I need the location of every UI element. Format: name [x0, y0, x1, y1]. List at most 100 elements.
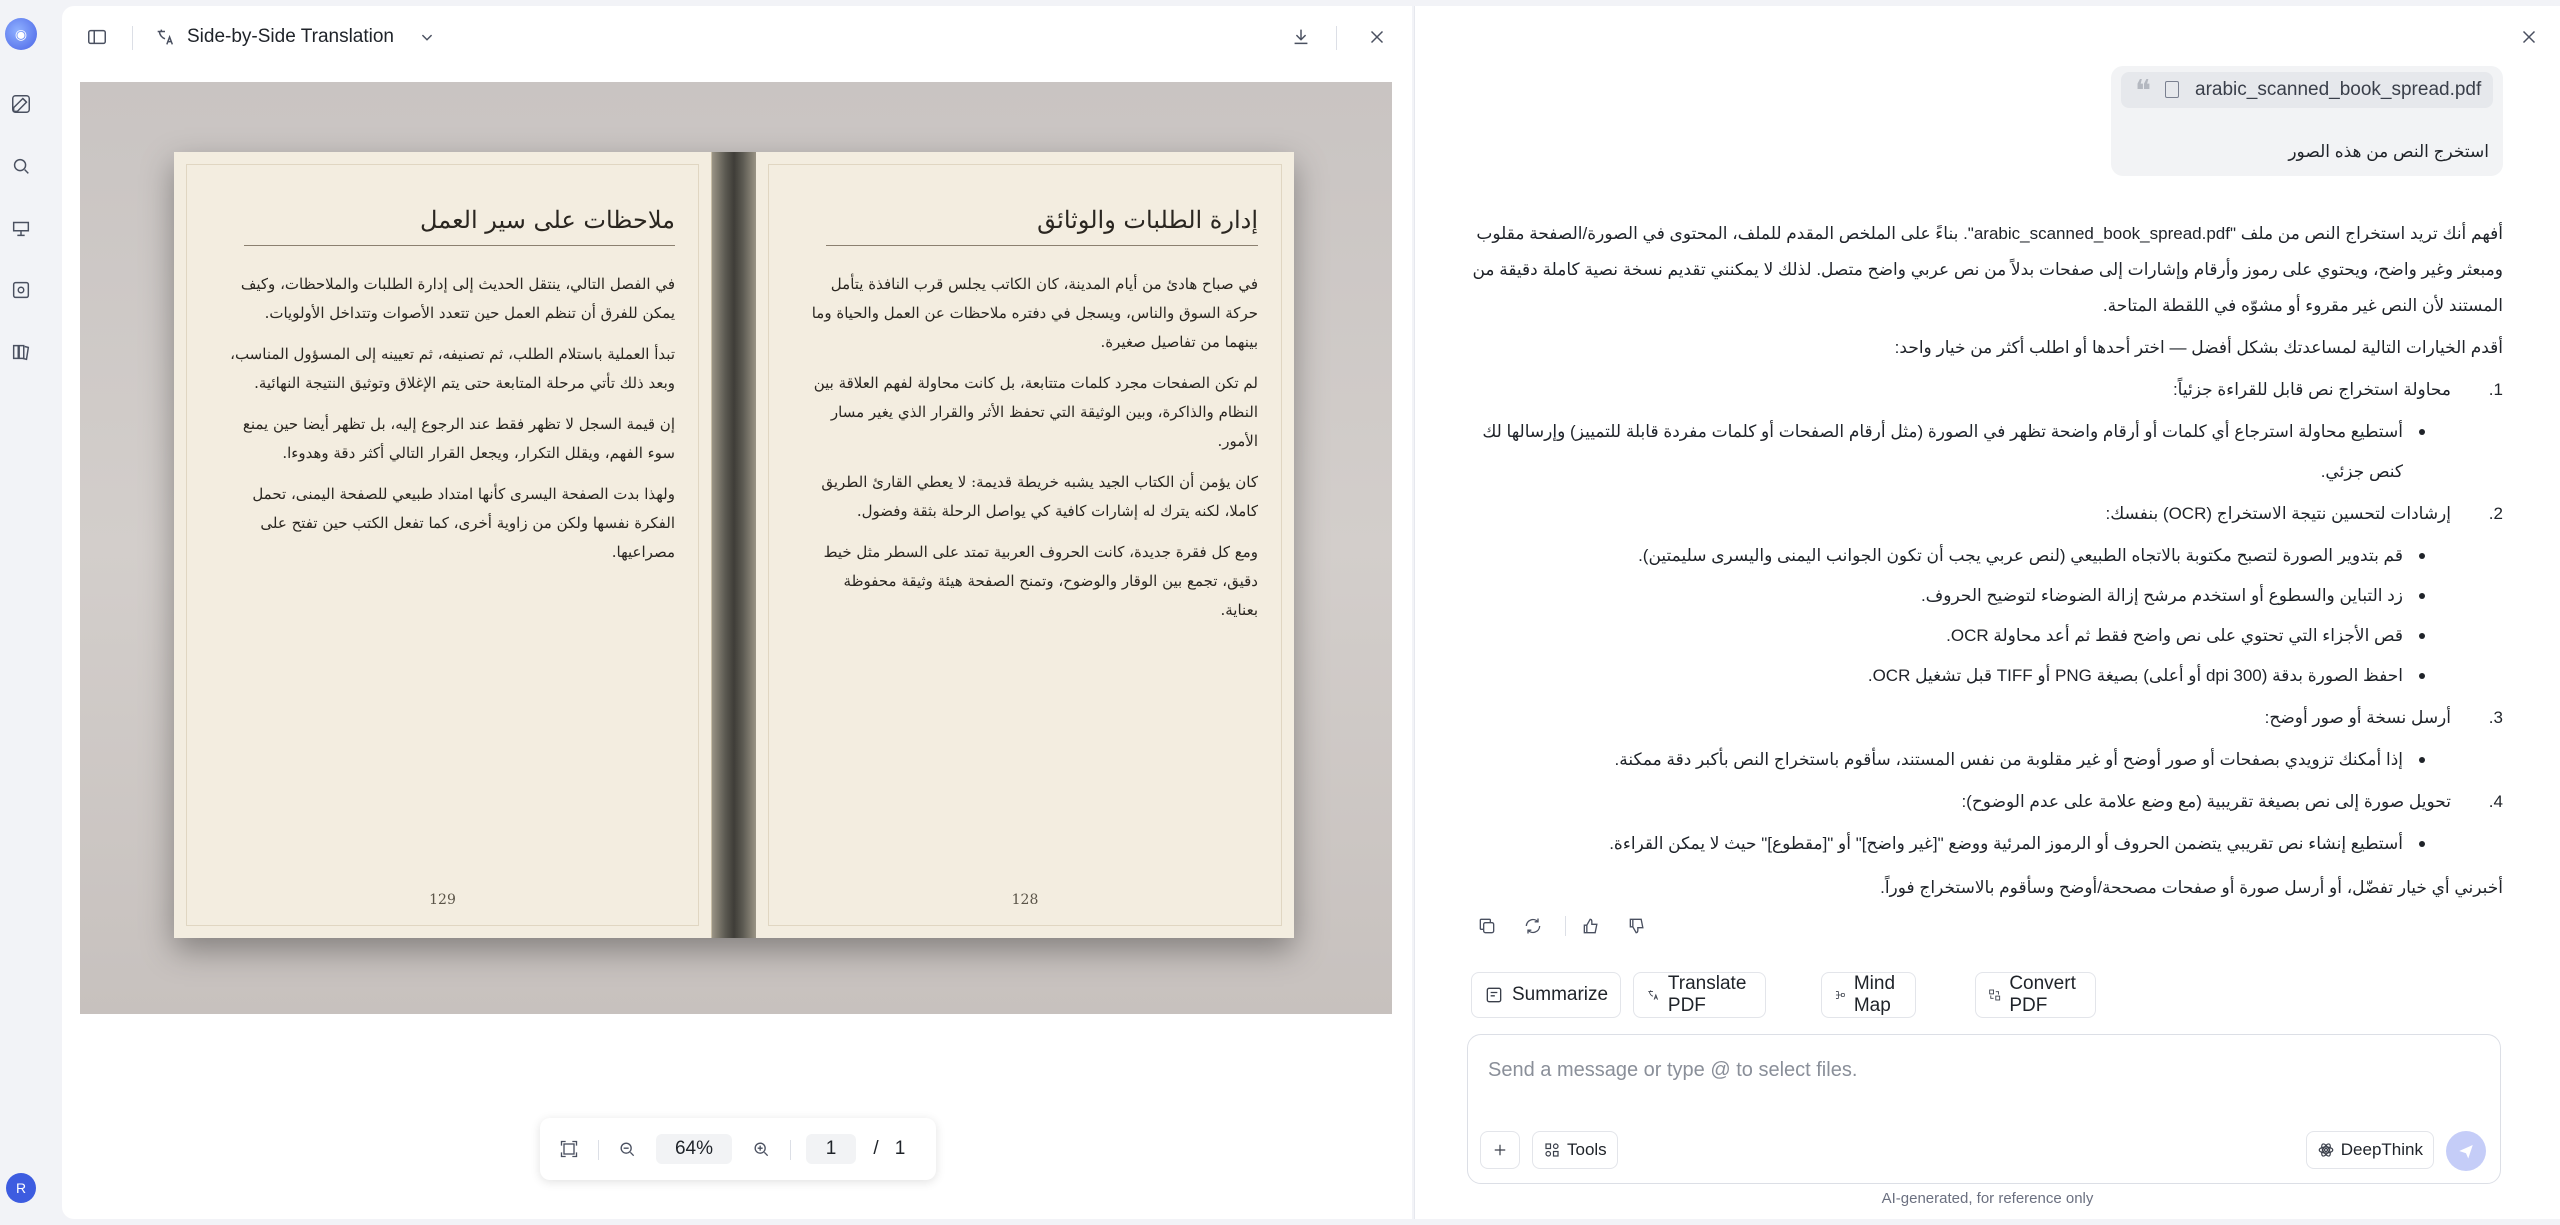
- send-button[interactable]: [2446, 1131, 2486, 1171]
- option-bullet: أستطيع محاولة استرجاع أي كلمات أو أرقام …: [1469, 412, 2451, 492]
- option-number: 2.: [2488, 504, 2503, 523]
- pdf-canvas: ملاحظات على سير العمل في الفصل التالي، ي…: [80, 82, 1392, 1014]
- zoom-level[interactable]: 64%: [656, 1134, 732, 1164]
- translate-icon: [152, 24, 178, 50]
- option-bullet: أستطيع إنشاء نص تقريبي يتضمن الحروف أو ا…: [1469, 824, 2451, 864]
- file-name: arabic_scanned_book_spread.pdf: [2195, 79, 2482, 100]
- library-icon[interactable]: [5, 336, 37, 368]
- page-paragraph: إن قيمة السجل لا تظهر فقط عند الرجوع إلي…: [242, 415, 675, 462]
- search-icon[interactable]: [5, 150, 37, 182]
- new-chat-icon[interactable]: [5, 88, 37, 120]
- option-item: 1. محاولة استخراج نص قابل للقراءة جزئياً…: [1469, 372, 2503, 492]
- close-icon[interactable]: [1364, 24, 1390, 50]
- translate-icon: [1648, 990, 1659, 1000]
- page-paragraph: في صباح هادئ من أيام المدينة، كان الكاتب…: [811, 275, 1258, 351]
- convert-pdf-button[interactable]: Convert PDF: [1975, 972, 2096, 1018]
- page-heading: إدارة الطلبات والوثائق: [1037, 206, 1258, 234]
- answer-intro: أقدم الخيارات التالية لمساعدتك بشكل أفضل…: [1894, 338, 2503, 357]
- option-title: محاولة استخراج نص قابل للقراءة جزئياً:: [2172, 380, 2451, 399]
- user-message: ❝ arabic_scanned_book_spread.pdf استخرج …: [2111, 66, 2503, 176]
- scan-icon[interactable]: [5, 274, 37, 306]
- viewer-header: Side-by-Side Translation: [62, 6, 1412, 66]
- ai-disclaimer: AI-generated, for reference only: [1881, 1190, 2094, 1207]
- page-paragraph: لم تكن الصفحات مجرد كلمات متتابعة، بل كا…: [813, 374, 1258, 450]
- option-item: 4. تحويل صورة إلى نص بصيغة تقريبية (مع و…: [1469, 784, 2503, 864]
- option-number: 1.: [2488, 380, 2503, 399]
- option-bullet: قص الأجزاء التي تحتوي على نص واضح فقط ثم…: [1469, 616, 2451, 656]
- page-separator: /: [873, 1138, 879, 1159]
- summarize-button[interactable]: Summarize: [1471, 972, 1622, 1018]
- option-title: أرسل نسخة أو صور أوضح:: [2264, 708, 2451, 727]
- plus-icon: [1494, 1144, 1506, 1156]
- page-paragraph: ولهذا بدت الصفحة اليسرى كأنها امتداد طبي…: [252, 485, 675, 561]
- thumbs-down-icon[interactable]: [1621, 910, 1653, 942]
- quote-icon: ❝: [2135, 74, 2152, 109]
- presentation-icon[interactable]: [5, 212, 37, 244]
- option-title: إرشادات لتحسين نتيجة الاستخراج (OCR) بنف…: [2105, 504, 2452, 523]
- option-title: تحويل صورة إلى نص بصيغة تقريبية (مع وضع …: [1961, 792, 2451, 811]
- page-total: 1: [894, 1138, 906, 1159]
- deepthink-toggle[interactable]: DeepThink: [2305, 1131, 2434, 1169]
- chat-panel: ❝ arabic_scanned_book_spread.pdf استخرج …: [1414, 6, 2560, 1219]
- page-number-input[interactable]: 1: [806, 1134, 856, 1164]
- message-composer[interactable]: Send a message or type @ to select files…: [1467, 1034, 2501, 1184]
- option-number: 3.: [2488, 708, 2503, 727]
- tools-icon: [1545, 1143, 1559, 1157]
- convert-icon: [1989, 989, 2001, 1001]
- file-attachment[interactable]: ❝ arabic_scanned_book_spread.pdf: [2121, 72, 2493, 109]
- option-item: 3. أرسل نسخة أو صور أوضح: إذا أمكنك تزوي…: [1469, 700, 2504, 780]
- answer-paragraph: أفهم أنك تريد استخراج النص من ملف "arabi…: [1472, 224, 2503, 315]
- user-message-text: استخرج النص من هذه الصور: [2288, 142, 2489, 161]
- zoom-out-icon[interactable]: [612, 1134, 642, 1164]
- assistant-answer: أفهم أنك تريد استخراج النص من ملف "arabi…: [1469, 216, 2503, 906]
- mind-map-button[interactable]: Mind Map: [1821, 972, 1917, 1018]
- option-item: 2. إرشادات لتحسين نتيجة الاستخراج (OCR) …: [1469, 496, 2503, 696]
- page-paragraph: في الفصل التالي، ينتقل الحديث إلى إدارة …: [240, 275, 675, 322]
- send-icon: [2459, 1145, 2473, 1159]
- copy-icon[interactable]: [1471, 910, 1503, 942]
- option-bullet: قم بتدوير الصورة لتصبح مكتوبة بالاتجاه ا…: [1469, 536, 2451, 576]
- page-number: 129: [429, 892, 456, 908]
- book-page-right: إدارة الطلبات والوثائق في صباح هادئ من أ…: [756, 152, 1294, 938]
- divider: [1336, 26, 1337, 50]
- zoom-in-icon[interactable]: [746, 1134, 776, 1164]
- chevron-down-icon[interactable]: [414, 24, 440, 50]
- page-number: 128: [1011, 892, 1039, 908]
- option-bullet: احفظ الصورة بدقة (300 dpi أو أعلى) بصيغة…: [1469, 656, 2451, 696]
- thumbs-up-icon[interactable]: [1575, 910, 1607, 942]
- viewer-title[interactable]: Side-by-Side Translation: [187, 26, 394, 48]
- translate-pdf-button[interactable]: Translate PDF: [1633, 972, 1766, 1018]
- divider: [132, 26, 133, 50]
- document-viewer: Side-by-Side Translation ملاحظات على سير…: [62, 6, 1412, 1219]
- message-input[interactable]: Send a message or type @ to select files…: [1488, 1059, 1857, 1082]
- mind-map-icon: [1835, 991, 1845, 999]
- file-icon: [2165, 81, 2179, 98]
- summarize-icon: [1486, 987, 1502, 1003]
- page-body: في الفصل التالي، ينتقل الحديث إلى إدارة …: [224, 270, 675, 579]
- page-paragraph: كان يؤمن أن الكتاب الجيد يشبه خريطة قديم…: [821, 473, 1258, 520]
- option-bullet: زد التباين والسطوع أو استخدم مرشح إزالة …: [1469, 576, 2451, 616]
- sidebar-toggle-icon[interactable]: [84, 24, 110, 50]
- app-logo-icon[interactable]: ◉: [5, 18, 37, 50]
- atom-icon: [2318, 1143, 2334, 1157]
- page-body: في صباح هادئ من أيام المدينة، كان الكاتب…: [806, 270, 1258, 637]
- left-rail: ◉ R: [0, 0, 42, 1225]
- option-number: 4.: [2488, 792, 2503, 811]
- page-paragraph: تبدأ العملية باستلام الطلب، ثم تصنيفه، ث…: [230, 345, 675, 392]
- viewer-toolbar: 64% 1 / 1: [540, 1118, 936, 1180]
- add-attachment-button[interactable]: [1480, 1131, 1520, 1169]
- user-avatar[interactable]: R: [6, 1173, 36, 1203]
- page-heading: ملاحظات على سير العمل: [420, 206, 675, 234]
- page-paragraph: ومع كل فقرة جديدة، كانت الحروف العربية ت…: [823, 543, 1258, 619]
- tools-button[interactable]: Tools: [1532, 1131, 1618, 1169]
- fit-page-icon[interactable]: [554, 1134, 584, 1164]
- option-bullet: إذا أمكنك تزويدي بصفحات أو صور أوضح أو غ…: [1469, 740, 2451, 780]
- options-list: 1. محاولة استخراج نص قابل للقراءة جزئياً…: [1469, 372, 2503, 864]
- book-page-left: ملاحظات على سير العمل في الفصل التالي، ي…: [174, 152, 712, 938]
- book-spine: [712, 152, 756, 938]
- answer-closing: أخبرني أي خيار تفضّل، أو أرسل صورة أو صف…: [1880, 878, 2503, 897]
- book-spread-image: ملاحظات على سير العمل في الفصل التالي، ي…: [174, 152, 1294, 938]
- regenerate-icon[interactable]: [1517, 910, 1549, 942]
- download-icon[interactable]: [1288, 24, 1314, 50]
- close-icon[interactable]: [2518, 26, 2542, 50]
